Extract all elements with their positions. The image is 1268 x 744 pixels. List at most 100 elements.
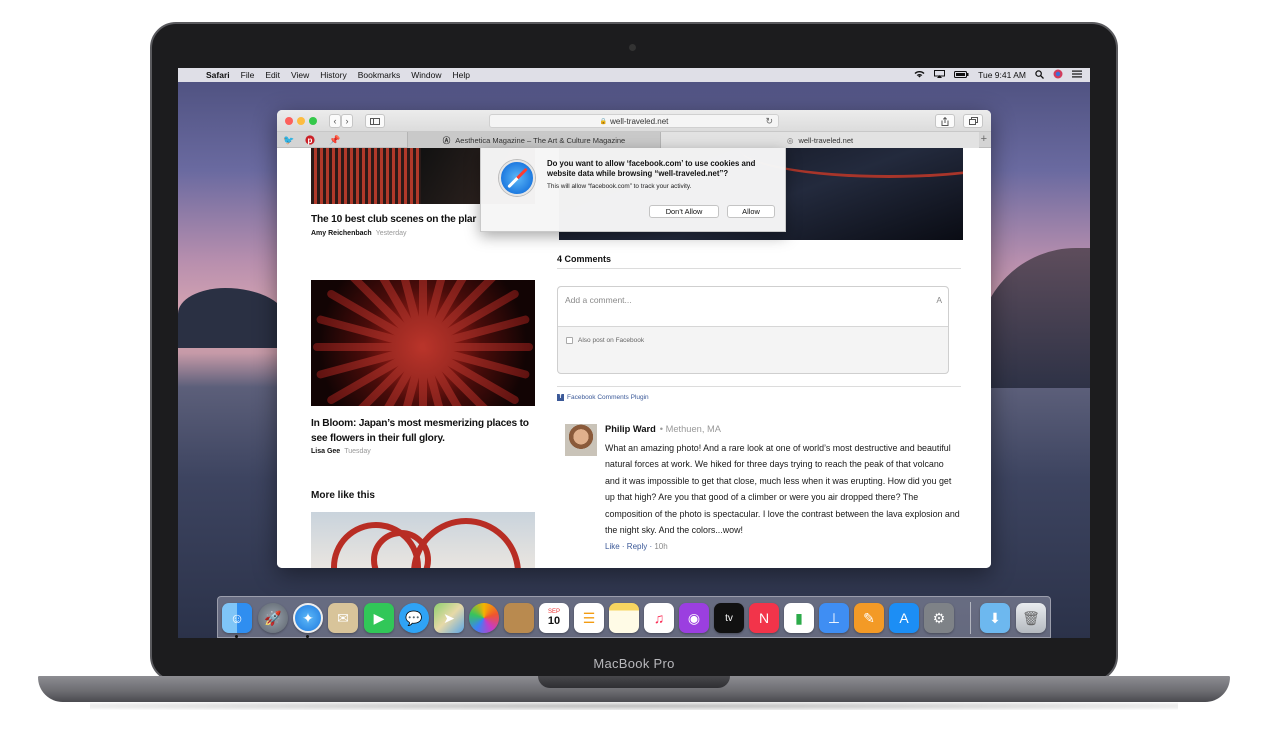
article-title[interactable]: In Bloom: Japan’s most mesmerizing place… <box>311 416 537 446</box>
tabs-icon <box>968 117 978 125</box>
podcasts-icon[interactable]: ◉ <box>679 603 709 633</box>
article-date: Tuesday <box>344 448 371 455</box>
dock: ☺ 🚀 ✦ ✉ ▶ 💬 ➤ SEP 10 ☰ ♫ ◉ tv N ▮ ⊥ ✎ A <box>217 596 1051 638</box>
safari-icon[interactable]: ✦ <box>293 603 323 633</box>
tv-label: tv <box>725 612 733 624</box>
comment-composer: Add a comment... A Also post on Facebook <box>557 286 949 374</box>
running-indicator <box>235 635 238 638</box>
back-button[interactable]: ‹ <box>329 114 341 128</box>
battery-icon[interactable] <box>954 70 969 80</box>
share-button[interactable] <box>935 114 955 128</box>
new-tab-button[interactable]: + <box>981 133 987 145</box>
calendar-day: 10 <box>547 615 561 627</box>
facetime-icon[interactable]: ▶ <box>364 603 394 633</box>
also-post-checkbox[interactable]: Also post on Facebook <box>566 337 644 344</box>
pinterest-icon[interactable]: p <box>305 135 315 147</box>
share-icon <box>941 116 949 126</box>
dialog-subtitle: This will allow “facebook.com” to track … <box>547 183 692 190</box>
macbook-brand-label: MacBook Pro <box>593 656 675 671</box>
pin-icon[interactable]: 📌 <box>329 135 340 146</box>
menu-window[interactable]: Window <box>411 70 441 80</box>
menu-view[interactable]: View <box>291 70 309 80</box>
zoom-window-button[interactable] <box>309 117 317 125</box>
forward-button[interactable]: › <box>341 114 353 128</box>
aesthetica-icon: Ⓐ <box>442 135 451 145</box>
cookie-permission-dialog: Do you want to allow ‘facebook.com’ to u… <box>480 148 786 232</box>
comment-author-name[interactable]: Philip Ward <box>605 424 656 434</box>
globe-icon: ◎ <box>786 135 794 145</box>
divider <box>557 386 961 387</box>
numbers-icon[interactable]: ▮ <box>784 603 814 633</box>
plugin-label: Facebook Comments Plugin <box>567 394 649 401</box>
finder-icon[interactable]: ☺ <box>222 603 252 633</box>
dont-allow-button[interactable]: Don’t Allow <box>649 205 719 218</box>
mail-icon[interactable]: ✉ <box>328 603 358 633</box>
news-icon[interactable]: N <box>749 603 779 633</box>
downloads-folder-icon[interactable]: ⬇ <box>980 603 1010 633</box>
wallpaper-island <box>978 248 1090 388</box>
menu-edit[interactable]: Edit <box>265 70 280 80</box>
reply-link[interactable]: Reply <box>627 542 647 551</box>
music-icon[interactable]: ♫ <box>644 603 674 633</box>
also-post-label: Also post on Facebook <box>578 337 645 344</box>
control-center-icon[interactable] <box>1072 70 1082 80</box>
trash-icon[interactable]: 🗑 <box>1016 603 1046 633</box>
article-byline: Amy Reichenbach Yesterday <box>311 230 407 237</box>
comment-input[interactable]: Add a comment... A <box>558 287 948 327</box>
chevron-left-icon: ‹ <box>333 116 337 126</box>
airplay-icon[interactable] <box>934 70 946 80</box>
camera <box>629 44 636 51</box>
article-author[interactable]: Lisa Gee <box>311 448 340 455</box>
article-image-architecture[interactable] <box>311 512 535 568</box>
reload-icon[interactable]: ↻ <box>765 116 773 127</box>
system-preferences-icon[interactable]: ⚙ <box>924 603 954 633</box>
maps-icon[interactable]: ➤ <box>434 603 464 633</box>
comment-actions: Like · Reply · 10h <box>605 542 668 551</box>
like-link[interactable]: Like <box>605 542 620 551</box>
tab-title: Aesthetica Magazine – The Art & Culture … <box>455 135 626 145</box>
calendar-icon[interactable]: SEP 10 <box>539 603 569 633</box>
article-image-flower[interactable] <box>311 280 535 406</box>
tabs-overview-button[interactable] <box>963 114 983 128</box>
allow-button[interactable]: Allow <box>727 205 775 218</box>
article-date: Yesterday <box>375 230 407 237</box>
reminders-icon[interactable]: ☰ <box>574 603 604 633</box>
safari-toolbar: ‹ › 🔒 well-traveled.net ↻ <box>277 110 991 132</box>
photos-icon[interactable] <box>469 603 499 633</box>
avatar[interactable] <box>565 424 597 456</box>
notes-book-icon[interactable] <box>504 603 534 633</box>
sidebar-button[interactable] <box>365 114 385 128</box>
address-bar[interactable]: 🔒 well-traveled.net ↻ <box>489 114 779 128</box>
twitter-icon[interactable]: 🐦 <box>283 135 294 146</box>
menu-app-name[interactable]: Safari <box>206 70 230 80</box>
close-window-button[interactable] <box>285 117 293 125</box>
tab-title: well-traveled.net <box>798 135 854 145</box>
menu-history[interactable]: History <box>320 70 346 80</box>
menu-clock[interactable]: Tue 9:41 AM <box>978 70 1026 80</box>
launchpad-icon[interactable]: 🚀 <box>258 603 288 633</box>
minimize-window-button[interactable] <box>297 117 305 125</box>
menu-help[interactable]: Help <box>452 70 469 80</box>
menu-bookmarks[interactable]: Bookmarks <box>358 70 401 80</box>
tab-aesthetica[interactable]: Ⓐ Aesthetica Magazine – The Art & Cultur… <box>407 132 661 148</box>
article-author[interactable]: Amy Reichenbach <box>311 230 372 237</box>
messages-icon[interactable]: 💬 <box>399 603 429 633</box>
search-icon[interactable] <box>1035 69 1044 81</box>
checkbox-icon[interactable] <box>566 337 573 344</box>
menu-bar: Safari File Edit View History Bookmarks … <box>178 68 1090 82</box>
menu-file[interactable]: File <box>241 70 255 80</box>
tab-well-traveled[interactable]: ◎ well-traveled.net <box>661 132 979 148</box>
user-icon[interactable] <box>1053 69 1063 81</box>
safari-window: ‹ › 🔒 well-traveled.net ↻ 🐦 p 📌 Ⓐ Aesthe… <box>277 110 991 568</box>
facebook-plugin-link[interactable]: f Facebook Comments Plugin <box>557 394 649 401</box>
app-store-icon[interactable]: A <box>889 603 919 633</box>
notes-icon[interactable] <box>609 603 639 633</box>
keynote-icon[interactable]: ⊥ <box>819 603 849 633</box>
tv-icon[interactable]: tv <box>714 603 744 633</box>
more-like-this-heading: More like this <box>311 490 375 501</box>
format-icon[interactable]: A <box>936 295 942 305</box>
wallpaper-island <box>178 288 288 348</box>
wifi-icon[interactable] <box>914 70 925 80</box>
pages-icon[interactable]: ✎ <box>854 603 884 633</box>
svg-text:p: p <box>308 136 313 145</box>
